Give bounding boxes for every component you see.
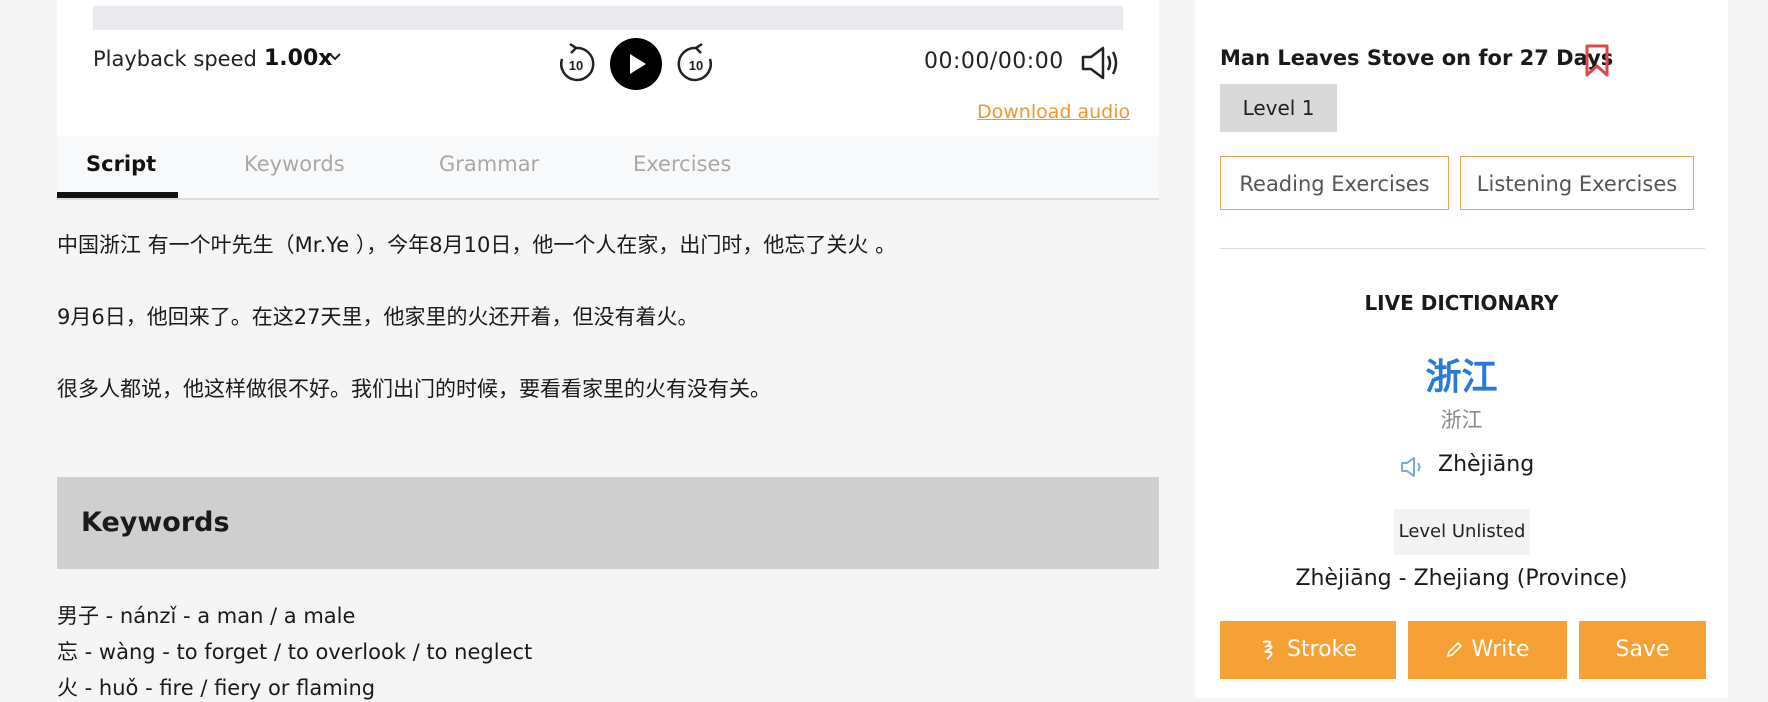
article-level-badge: Level 1 <box>1220 84 1337 132</box>
bookmark-icon[interactable] <box>1584 44 1610 78</box>
dictionary-pinyin: Zhèjiāng <box>1438 452 1535 477</box>
stroke-icon <box>1262 640 1273 660</box>
sidebar-divider <box>1220 248 1705 249</box>
article-sidebar: Man Leaves Stove on for 27 Days Level 1 … <box>1195 0 1728 698</box>
forward-10-label: 10 <box>689 58 703 73</box>
keyword-item: 忘 - wàng - to forget / to overlook / to … <box>57 640 533 664</box>
write-button[interactable]: Write <box>1408 621 1567 679</box>
playback-time: 00:00/00:00 <box>924 49 1064 74</box>
playback-speed-select[interactable]: 1.00x <box>264 46 332 71</box>
stroke-button-label: Stroke <box>1286 637 1358 662</box>
script-paragraph: 9月6日，他回来了。在这27天里，他家里的火还开着，但没有着火。 <box>57 305 699 329</box>
chevron-down-icon[interactable] <box>328 50 342 64</box>
stroke-button[interactable]: Stroke <box>1220 621 1396 679</box>
pronunciation-speaker-icon[interactable] <box>1399 455 1427 479</box>
save-button[interactable]: Save <box>1579 621 1706 679</box>
forward-10-icon[interactable]: 10 <box>676 42 716 84</box>
dictionary-level-badge: Level Unlisted <box>1394 509 1530 555</box>
live-dictionary-heading: LIVE DICTIONARY <box>1364 291 1559 315</box>
keywords-title: Keywords <box>81 507 230 538</box>
script-paragraph: 很多人都说，他这样做很不好。我们出门的时候，要看看家里的火有没有关。 <box>57 377 771 401</box>
rewind-10-icon[interactable]: 10 <box>556 42 596 84</box>
volume-icon[interactable] <box>1079 44 1121 82</box>
dictionary-alt-form: 浙江 <box>1440 408 1483 432</box>
play-button[interactable] <box>610 38 662 90</box>
download-audio-link[interactable]: Download audio <box>977 101 1130 123</box>
content-tabs: Script Keywords Grammar Exercises <box>57 136 1159 200</box>
tab-script[interactable]: Script <box>86 152 156 176</box>
tab-grammar[interactable]: Grammar <box>439 152 539 176</box>
playback-speed-label: Playback speed <box>93 47 257 71</box>
rewind-10-label: 10 <box>569 58 583 73</box>
tab-exercises[interactable]: Exercises <box>633 152 731 176</box>
article-title: Man Leaves Stove on for 27 Days <box>1220 46 1614 70</box>
reading-exercises-button[interactable]: Reading Exercises <box>1220 156 1449 210</box>
pencil-icon <box>1447 642 1463 657</box>
save-button-label: Save <box>1615 637 1670 662</box>
write-button-label: Write <box>1471 637 1530 662</box>
keywords-section-header: Keywords <box>57 477 1159 569</box>
listening-exercises-button[interactable]: Listening Exercises <box>1460 156 1694 210</box>
audio-progress-bar[interactable] <box>93 6 1123 30</box>
audio-player: Playback speed 1.00x 10 10 00:00/00:00 D… <box>57 0 1159 136</box>
keyword-item: 男子 - nánzǐ - a man / a male <box>57 604 356 628</box>
dictionary-word: 浙江 <box>1425 357 1498 398</box>
dictionary-definition: Zhèjiāng - Zhejiang (Province) <box>1295 566 1628 591</box>
script-paragraph: 中国浙江 有一个叶先生（Mr.Ye ），今年8月10日，他一个人在家，出门时，他… <box>57 233 897 257</box>
active-tab-indicator <box>57 192 178 198</box>
tab-keywords[interactable]: Keywords <box>244 152 345 176</box>
